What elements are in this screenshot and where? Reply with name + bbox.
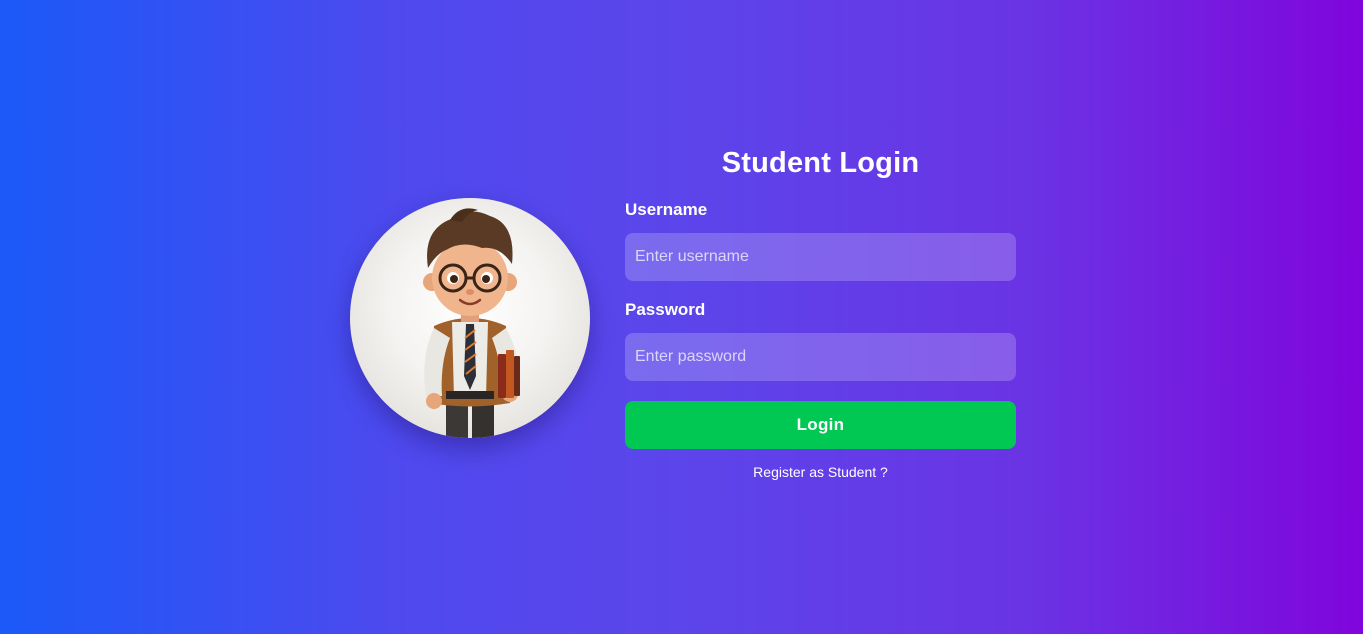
page-title: Student Login	[721, 147, 920, 179]
student-avatar	[350, 198, 590, 438]
register-link[interactable]: Register as Student ?	[625, 463, 1016, 481]
password-label: Password	[625, 300, 706, 319]
username-label: Username	[625, 200, 708, 219]
student-avatar-icon	[423, 208, 521, 438]
login-form: Student Login Username Password Login Re…	[625, 140, 1016, 481]
login-button[interactable]: Login	[625, 401, 1016, 449]
username-input[interactable]	[625, 233, 1016, 281]
password-input[interactable]	[625, 333, 1016, 381]
